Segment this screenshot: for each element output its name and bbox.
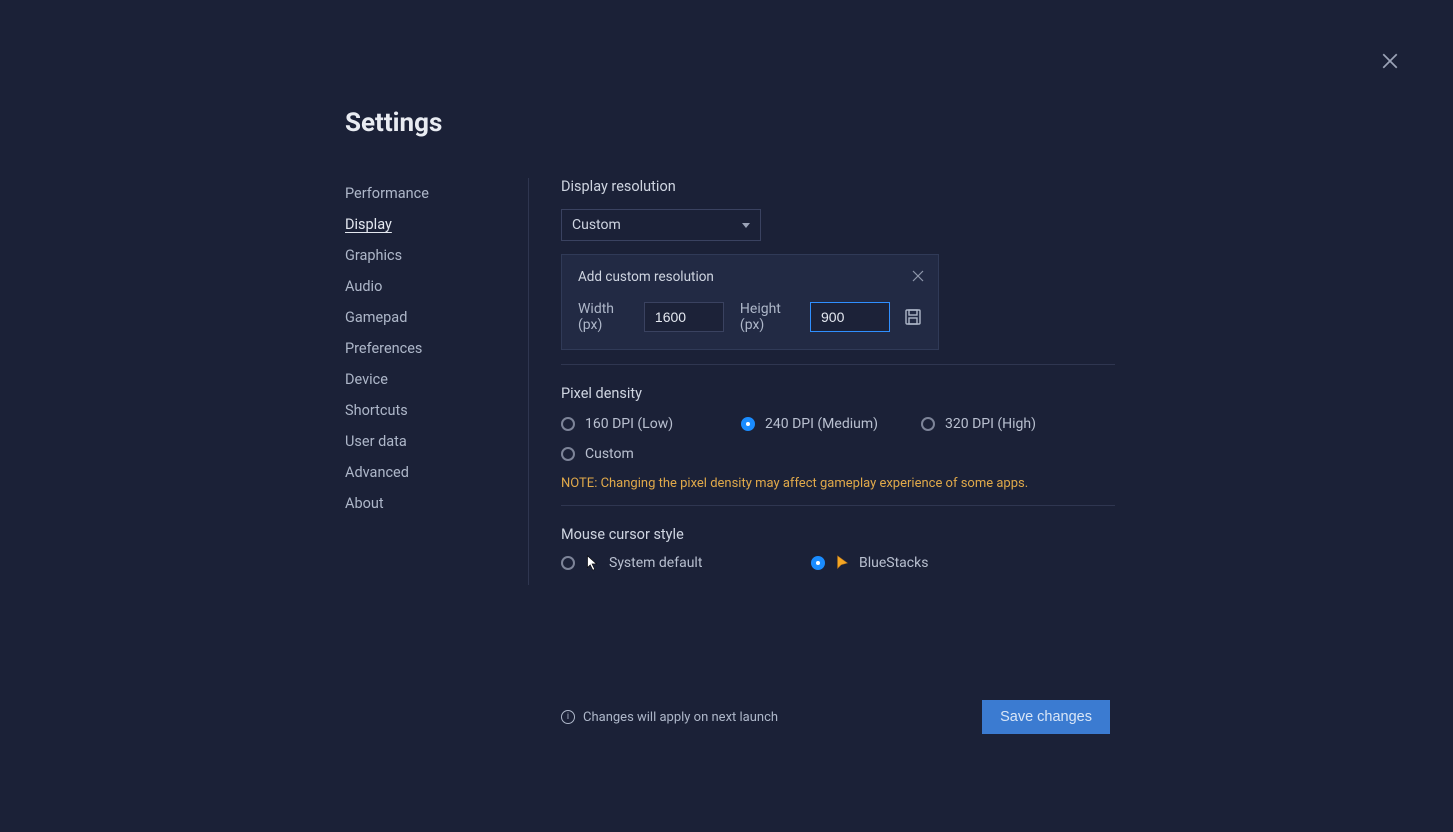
dpi-option-240[interactable]: 240 DPI (Medium) (741, 416, 921, 432)
radio-icon (561, 556, 575, 570)
sidebar-item-gamepad[interactable]: Gamepad (345, 302, 518, 333)
dpi-option-label: 160 DPI (Low) (585, 416, 673, 432)
cursor-option-label: BlueStacks (859, 555, 928, 571)
sidebar-item-advanced[interactable]: Advanced (345, 457, 518, 488)
info-icon: i (561, 710, 575, 724)
system-cursor-icon (585, 555, 599, 571)
save-resolution-icon[interactable] (904, 308, 922, 326)
footer-note: i Changes will apply on next launch (561, 710, 778, 725)
dpi-option-160[interactable]: 160 DPI (Low) (561, 416, 741, 432)
custom-resolution-panel: Add custom resolution Width (px) Height … (561, 254, 939, 350)
cursor-option-bluestacks[interactable]: BlueStacks (811, 555, 1061, 571)
sidebar-item-about[interactable]: About (345, 488, 518, 519)
mouse-cursor-label: Mouse cursor style (561, 526, 1115, 543)
close-custom-panel-icon[interactable] (912, 267, 924, 279)
sidebar-item-device[interactable]: Device (345, 364, 518, 395)
page-title: Settings (345, 108, 1115, 138)
bluestacks-cursor-icon (835, 555, 849, 571)
resolution-select[interactable]: Custom (561, 209, 761, 241)
dpi-option-label: Custom (585, 446, 634, 462)
width-label: Width (px) (578, 301, 632, 333)
sidebar-item-preferences[interactable]: Preferences (345, 333, 518, 364)
footer-note-text: Changes will apply on next launch (583, 710, 778, 725)
settings-sidebar: Performance Display Graphics Audio Gamep… (345, 178, 529, 585)
display-resolution-label: Display resolution (561, 178, 1115, 195)
sidebar-item-performance[interactable]: Performance (345, 178, 518, 209)
height-label: Height (px) (740, 301, 798, 333)
sidebar-item-shortcuts[interactable]: Shortcuts (345, 395, 518, 426)
cursor-option-system[interactable]: System default (561, 555, 811, 571)
radio-icon (741, 417, 755, 431)
radio-icon (561, 447, 575, 461)
width-input[interactable] (644, 302, 724, 332)
sidebar-item-user-data[interactable]: User data (345, 426, 518, 457)
sidebar-item-display[interactable]: Display (345, 209, 518, 240)
chevron-down-icon (742, 223, 750, 228)
sidebar-item-audio[interactable]: Audio (345, 271, 518, 302)
cursor-option-label: System default (609, 555, 702, 571)
close-icon[interactable] (1381, 52, 1399, 70)
radio-icon (561, 417, 575, 431)
height-input[interactable] (810, 302, 890, 332)
dpi-option-label: 320 DPI (High) (945, 416, 1036, 432)
dpi-option-320[interactable]: 320 DPI (High) (921, 416, 1101, 432)
save-changes-button[interactable]: Save changes (982, 700, 1110, 734)
pixel-density-note: NOTE: Changing the pixel density may aff… (561, 476, 1115, 491)
radio-icon (921, 417, 935, 431)
radio-icon (811, 556, 825, 570)
sidebar-item-graphics[interactable]: Graphics (345, 240, 518, 271)
custom-resolution-title: Add custom resolution (578, 269, 922, 285)
resolution-select-value: Custom (572, 217, 621, 233)
dpi-option-label: 240 DPI (Medium) (765, 416, 878, 432)
pixel-density-label: Pixel density (561, 385, 1115, 402)
dpi-option-custom[interactable]: Custom (561, 446, 741, 462)
